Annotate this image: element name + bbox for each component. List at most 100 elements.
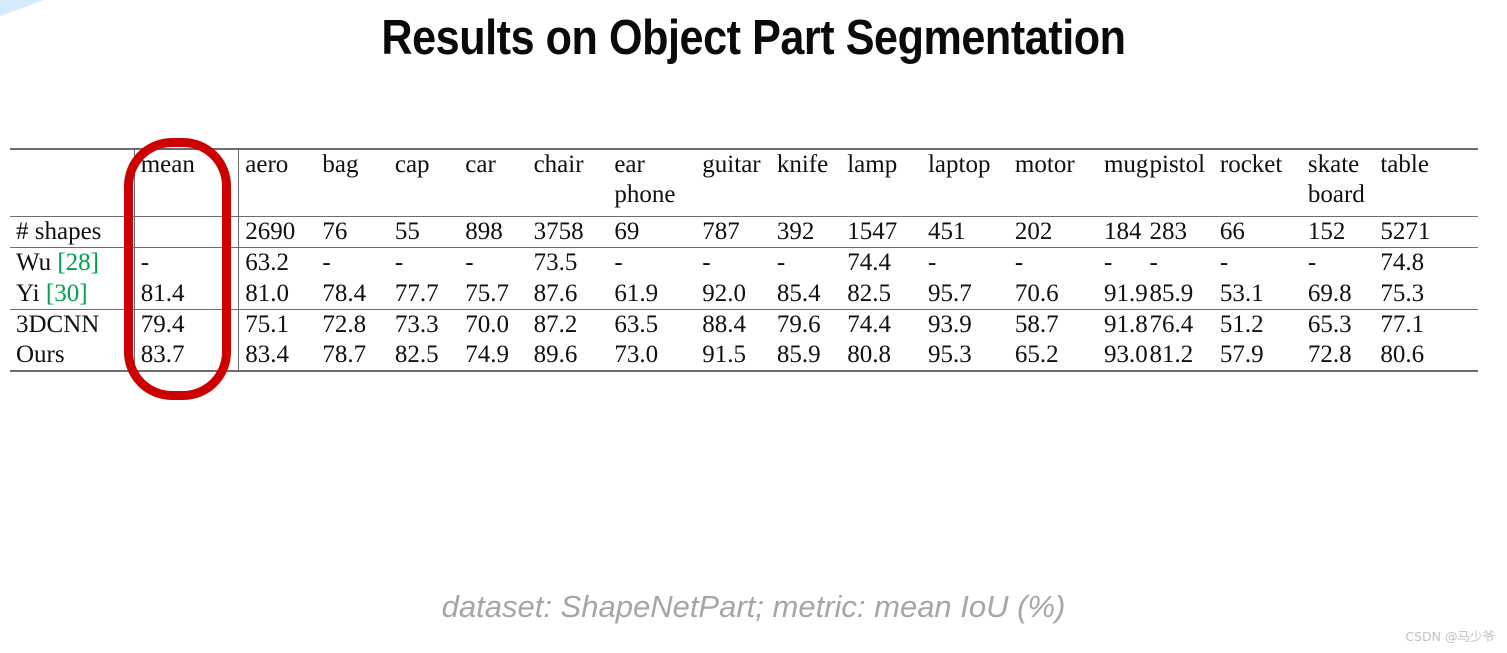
- table-cell-lamp: 1547: [841, 215, 922, 248]
- row-label: Ours: [10, 340, 135, 373]
- table-cell-lamp: 82.5: [847, 279, 891, 307]
- table-cell-laptop: 95.3: [921, 340, 1009, 373]
- table-cell-bag: 72.8: [316, 308, 389, 340]
- results-table: mean aero bag cap car chair ear phone guitar knif…: [10, 148, 1478, 373]
- table-cell-bag: 76: [316, 215, 389, 248]
- table-cell-car: -: [459, 247, 528, 279]
- csdn-watermark: CSDN @马少爷: [1405, 629, 1495, 644]
- table-cell-ear: 73.0: [608, 340, 697, 373]
- table-cell-cap: 77.7: [394, 279, 439, 307]
- figure-caption: dataset: ShapeNetPart; metric: mean IoU …: [441, 589, 1066, 624]
- column-header-cap: cap: [388, 148, 460, 217]
- column-header-rowlabel: [10, 148, 135, 217]
- table-cell-knife: 79.6: [770, 308, 842, 340]
- table-cell-car: 75.7: [465, 279, 509, 307]
- table-cell-table: 5271: [1374, 215, 1478, 248]
- column-header-aero: aero: [238, 148, 317, 217]
- table-cell-chair: 87.6: [533, 279, 578, 307]
- table-cell-pistol: -: [1143, 247, 1214, 279]
- table-cell-lamp: 74.4: [841, 247, 922, 279]
- table-cell-knife: -: [770, 247, 842, 279]
- table-cell-guitar: 787: [696, 215, 771, 248]
- table-cell-ear: 63.5: [608, 308, 697, 340]
- table-cell-skate: 72.8: [1301, 340, 1375, 373]
- row-label: Wu [28]: [10, 247, 135, 279]
- table-cell-bag: -: [316, 247, 389, 279]
- table-cell-rocket: 66: [1213, 215, 1302, 248]
- table-cell-cap: -: [388, 247, 460, 279]
- table-cell-mean: -: [133, 247, 240, 279]
- column-header-laptop: laptop: [921, 148, 1009, 217]
- column-header-knife: knife: [770, 148, 842, 217]
- table-cell-skate: -: [1301, 247, 1375, 279]
- citation-ref: [28]: [57, 249, 100, 277]
- table-cell-table: 77.1: [1374, 308, 1478, 340]
- table-cell-pistol: 283: [1143, 215, 1214, 248]
- table-cell-laptop: 95.7: [927, 279, 972, 307]
- table-cell-cap: 73.3: [388, 308, 460, 340]
- corner-decoration: [0, 0, 44, 16]
- table-cell-bag: 78.7: [316, 340, 389, 373]
- table-cell-chair: 3758: [527, 215, 609, 248]
- table-cell-aero: 75.1: [238, 308, 317, 340]
- table-cell-ear: -: [608, 247, 697, 279]
- column-header-table: table: [1374, 148, 1478, 217]
- table-header-row: mean aero bag cap car chair ear phone guitar knif…: [10, 148, 1478, 217]
- table-cell-rocket: 53.1: [1219, 279, 1264, 307]
- table-cell-motor: 202: [1008, 215, 1098, 248]
- table-row: Yi [30] 81.4 81.0 78.4 77.7 75.7 87.6 61.9 92.0 8…: [10, 278, 1478, 310]
- column-header-mug: mug: [1097, 148, 1148, 217]
- table-row: 3DCNN 79.4 75.1 72.8 73.3 70.0 87.2 63.5 88.4 79.…: [10, 308, 1478, 340]
- table-cell-knife: 85.9: [770, 340, 842, 373]
- row-label: 3DCNN: [10, 308, 135, 340]
- table-cell-guitar: 91.5: [696, 340, 771, 373]
- table-cell-chair: 87.2: [527, 308, 609, 340]
- column-header-motor: motor: [1008, 148, 1098, 217]
- table-cell-car: 70.0: [459, 308, 528, 340]
- table-cell-mean: 83.7: [133, 340, 240, 373]
- table-cell-bag: 78.4: [322, 279, 367, 307]
- table-body: # shapes 2690 76 55 898 3758 69 787 392 1547 451 2…: [10, 215, 1478, 373]
- table-cell-car: 898: [459, 215, 528, 248]
- results-table-container: mean aero bag cap car chair ear phone guitar knif…: [10, 148, 1478, 373]
- table-cell-table: 74.8: [1374, 247, 1478, 279]
- table-cell-mean: 79.4: [133, 308, 240, 340]
- table-cell-pistol: 81.2: [1143, 340, 1214, 373]
- table-cell-skate: 152: [1301, 215, 1375, 248]
- table-cell-lamp: 74.4: [841, 308, 922, 340]
- table-cell-cap: 82.5: [388, 340, 460, 373]
- column-header-skate: skate board: [1301, 148, 1375, 217]
- table-cell-laptop: 451: [921, 215, 1009, 248]
- table-cell-mug: 93.0: [1097, 340, 1148, 373]
- table-cell-chair: 73.5: [527, 247, 609, 279]
- table-cell-pistol: 85.9: [1149, 279, 1194, 307]
- table-cell-ear: 61.9: [614, 279, 659, 307]
- column-header-pistol: pistol: [1143, 148, 1214, 217]
- page-title: Results on Object Part Segmentation: [381, 11, 1126, 65]
- table-cell-car: 74.9: [459, 340, 528, 373]
- table-cell-motor: -: [1008, 247, 1098, 279]
- table-row: # shapes 2690 76 55 898 3758 69 787 392 1547 451 2…: [10, 215, 1478, 248]
- table-cell-guitar: -: [696, 247, 771, 279]
- table-cell-skate: 65.3: [1301, 308, 1375, 340]
- table-cell-rocket: -: [1213, 247, 1302, 279]
- row-label: Yi [30]: [16, 279, 88, 307]
- table-cell-pistol: 76.4: [1143, 308, 1214, 340]
- column-header-chair: chair: [527, 148, 609, 217]
- table-cell-knife: 85.4: [776, 279, 821, 307]
- table-cell-mug: 184: [1097, 215, 1144, 248]
- table-cell-rocket: 51.2: [1213, 308, 1302, 340]
- column-header-car: car: [459, 148, 528, 217]
- column-header-bag: bag: [316, 148, 389, 217]
- table-cell-table: 75.3: [1380, 279, 1425, 307]
- column-header-rocket: rocket: [1213, 148, 1302, 217]
- column-header-mean: mean: [133, 148, 240, 217]
- column-header-guitar: guitar: [696, 148, 771, 217]
- table-cell-motor: 70.6: [1014, 279, 1059, 307]
- table-cell-guitar: 92.0: [702, 279, 747, 307]
- table-cell-mug: 91.8: [1097, 308, 1148, 340]
- table-cell-skate: 69.8: [1307, 279, 1352, 307]
- table-cell-lamp: 80.8: [841, 340, 922, 373]
- table-cell-mug: 91.9: [1103, 279, 1148, 307]
- column-header-ear: ear phone: [608, 148, 697, 217]
